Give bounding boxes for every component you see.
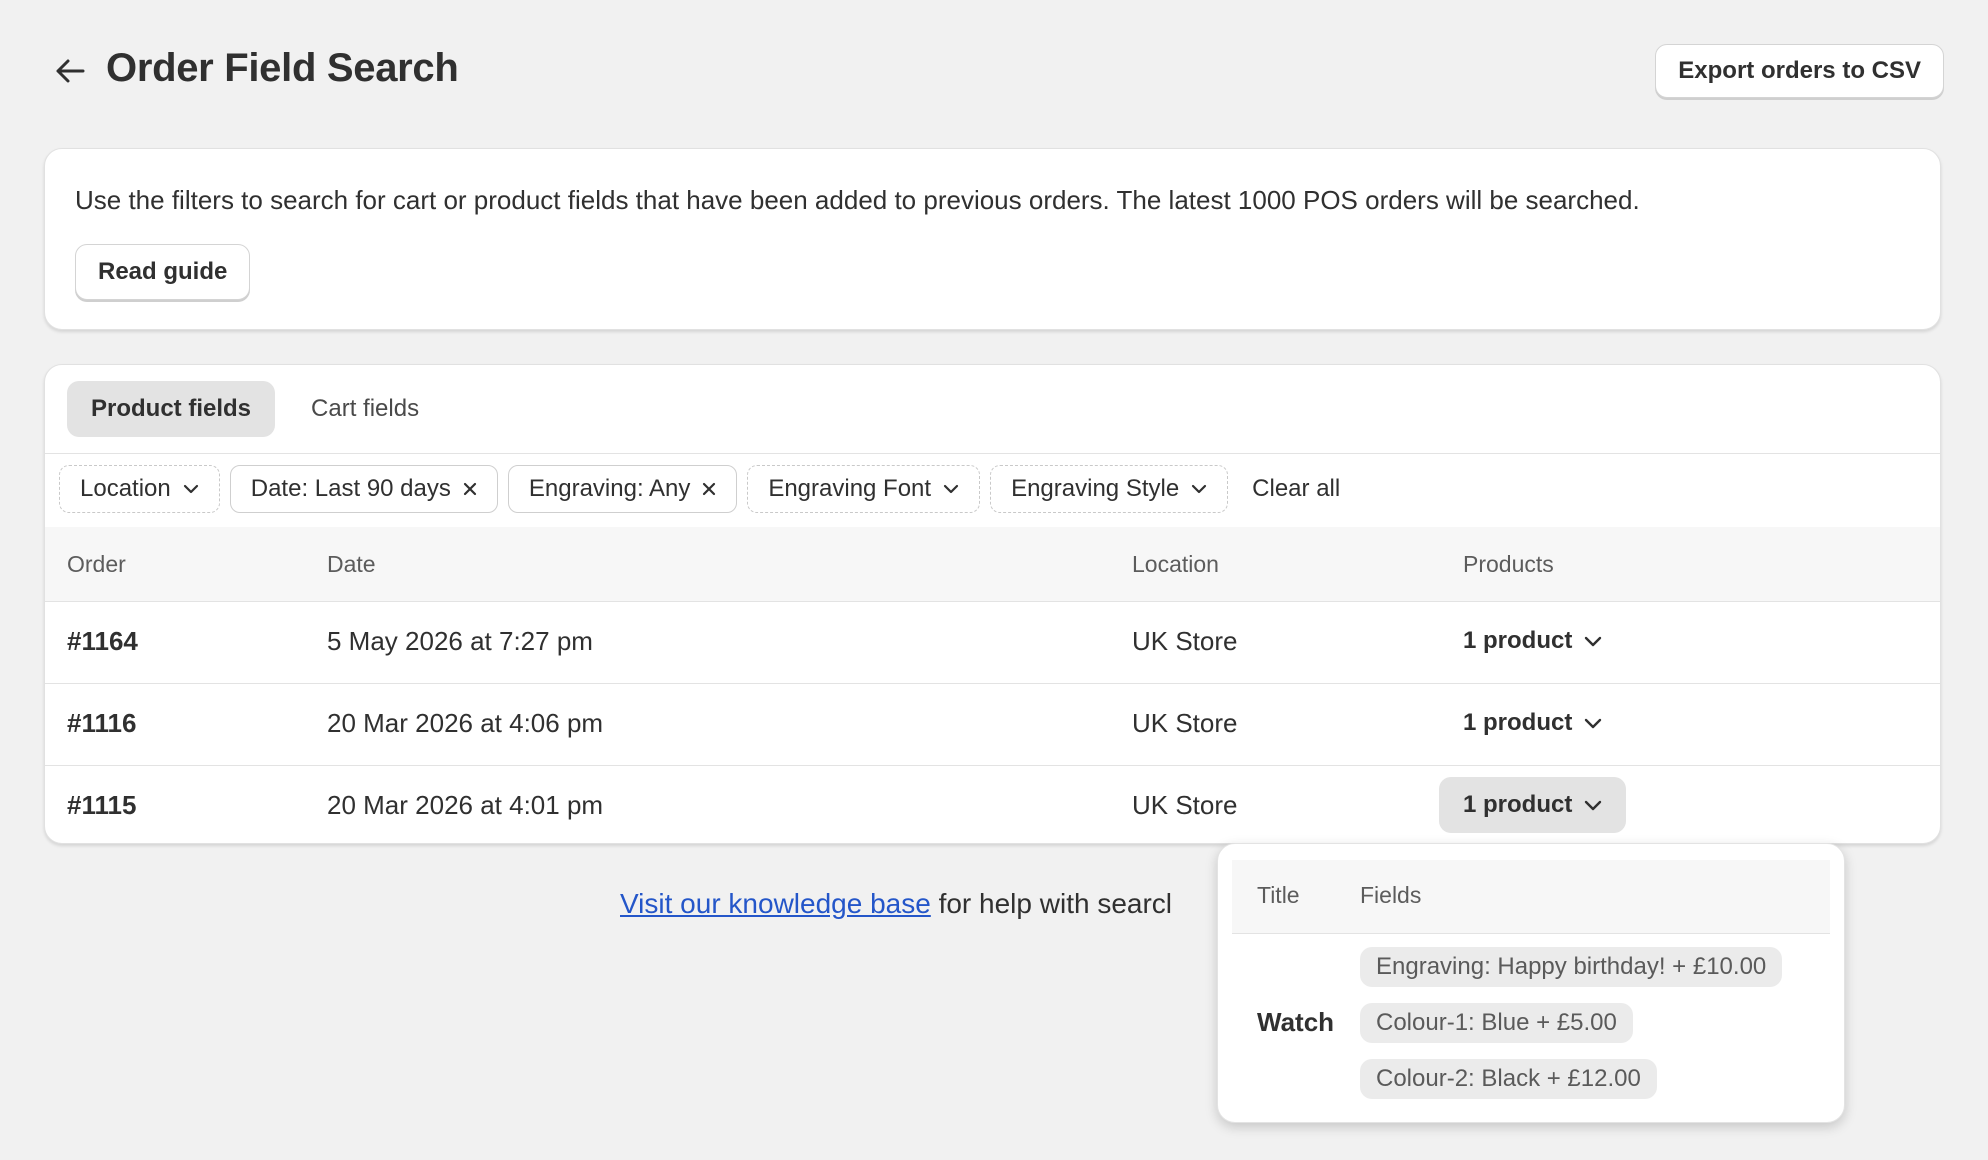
info-text: Use the filters to search for cart or pr… [75,185,1640,215]
tabs-divider [45,453,1940,454]
field-badge: Colour-1: Blue + £5.00 [1360,1003,1633,1043]
products-count: 1 product [1463,627,1573,654]
column-header-order[interactable]: Order [67,551,126,578]
help-suffix: for help with searcl [930,888,1173,919]
engraving-font-filter-label: Engraving Font [768,475,932,502]
engraving-filter-label: Engraving: Any [528,475,691,502]
engraving-style-filter[interactable]: Engraving Style [990,465,1229,513]
table-row[interactable]: #1116 20 Mar 2026 at 4:06 pm UK Store 1 … [45,683,1940,765]
order-date: 20 Mar 2026 at 4:06 pm [327,708,604,738]
chevron-down-icon [1584,636,1602,647]
order-number[interactable]: #1115 [67,790,136,821]
location-filter[interactable]: Location [59,465,220,513]
products-count: 1 product [1463,709,1573,736]
clear-all-button[interactable]: Clear all [1238,475,1354,503]
column-header-products[interactable]: Products [1463,551,1554,578]
arrow-left-icon [55,58,85,84]
read-guide-button[interactable]: Read guide [75,244,251,300]
chevron-down-icon [1191,484,1207,494]
page-title: Order Field Search [106,46,459,90]
products-dropdown[interactable]: 1 product [1439,777,1627,833]
page: Order Field Search Export orders to CSV … [0,0,1988,1160]
column-header-date[interactable]: Date [327,551,376,578]
info-card: Use the filters to search for cart or pr… [44,148,1941,330]
field-tabs: Product fields Cart fields [67,381,443,437]
product-title: Watch [1257,1007,1335,1037]
tab-cart-fields[interactable]: Cart fields [287,381,443,437]
order-number[interactable]: #1164 [67,626,138,657]
chevron-down-icon [1584,800,1602,811]
chevron-down-icon [1584,718,1602,729]
order-date: 5 May 2026 at 7:27 pm [327,626,593,656]
table-header: Order Date Location Products [45,527,1940,601]
popover-header: Title Fields [1232,860,1830,934]
knowledge-base-link[interactable]: Visit our knowledge base [620,888,931,919]
table-row[interactable]: #1164 5 May 2026 at 7:27 pm UK Store 1 p… [45,601,1940,683]
order-location: UK Store [1132,626,1238,656]
products-popover: Title Fields Watch Engraving: Happy birt… [1217,843,1845,1123]
order-date: 20 Mar 2026 at 4:01 pm [327,790,604,820]
products-dropdown[interactable]: 1 product [1439,613,1626,669]
order-number[interactable]: #1116 [67,708,136,739]
popover-header-title: Title [1257,882,1300,908]
export-csv-button[interactable]: Export orders to CSV [1655,44,1944,98]
products-count: 1 product [1463,791,1573,818]
order-location: UK Store [1132,708,1238,738]
date-filter[interactable]: Date: Last 90 days [229,465,498,513]
chevron-down-icon [943,484,959,494]
field-badge: Colour-2: Black + £12.00 [1360,1059,1657,1099]
page-header: Order Field Search Export orders to CSV [44,40,1944,102]
field-badge: Engraving: Happy birthday! + £10.00 [1360,947,1783,987]
column-header-location[interactable]: Location [1132,551,1219,578]
order-location: UK Store [1132,790,1238,820]
filter-bar: Location Date: Last 90 days Engraving: A… [59,465,1354,513]
products-dropdown[interactable]: 1 product [1439,695,1626,751]
orders-card: Product fields Cart fields Location Date… [44,364,1941,844]
engraving-font-filter[interactable]: Engraving Font [747,465,981,513]
location-filter-label: Location [80,475,171,502]
date-filter-label: Date: Last 90 days [250,475,451,502]
help-text: Visit our knowledge base for help with s… [620,888,1172,920]
engraving-style-filter-label: Engraving Style [1011,475,1180,502]
popover-header-fields: Fields [1360,882,1422,908]
engraving-filter[interactable]: Engraving: Any [507,465,738,513]
back-button[interactable] [44,48,96,94]
chevron-down-icon [183,484,199,494]
table-row[interactable]: #1115 20 Mar 2026 at 4:01 pm UK Store 1 … [45,765,1940,847]
close-icon[interactable] [463,482,477,496]
tab-product-fields[interactable]: Product fields [67,381,276,437]
close-icon[interactable] [702,482,716,496]
